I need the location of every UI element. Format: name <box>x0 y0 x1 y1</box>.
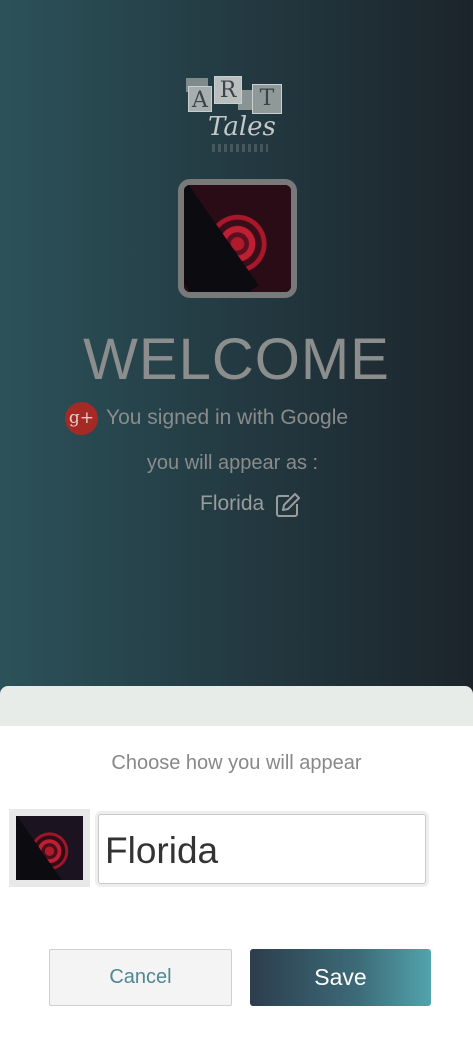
avatar-image <box>184 185 291 292</box>
logo-letter-t: T <box>252 84 282 114</box>
edit-icon[interactable] <box>275 492 301 518</box>
avatar-thumbnail[interactable] <box>9 809 90 887</box>
signed-in-text: You signed in with Google <box>106 406 349 429</box>
logo-letter-r: R <box>214 76 242 104</box>
profile-avatar <box>178 179 297 298</box>
logo-letter-a: A <box>188 86 212 113</box>
welcome-title: WELCOME <box>83 327 390 392</box>
sheet-heading: Choose how you will appear <box>111 752 362 774</box>
display-name-input[interactable] <box>98 814 426 884</box>
cancel-button[interactable]: Cancel <box>49 949 232 1006</box>
logo-subtitle: Tales <box>208 112 276 142</box>
art-tales-logo: A R T Tales <box>186 74 288 156</box>
save-button[interactable]: Save <box>250 949 431 1006</box>
thumbnail-image <box>16 816 83 880</box>
display-name: Florida <box>200 492 265 515</box>
appearance-sheet: Choose how you will appear Cancel Save <box>0 726 473 1050</box>
sheet-handle[interactable] <box>0 686 473 726</box>
appear-as-label: you will appear as : <box>146 452 319 474</box>
google-plus-icon: g+ <box>65 402 98 435</box>
logo-reflection <box>212 144 268 152</box>
